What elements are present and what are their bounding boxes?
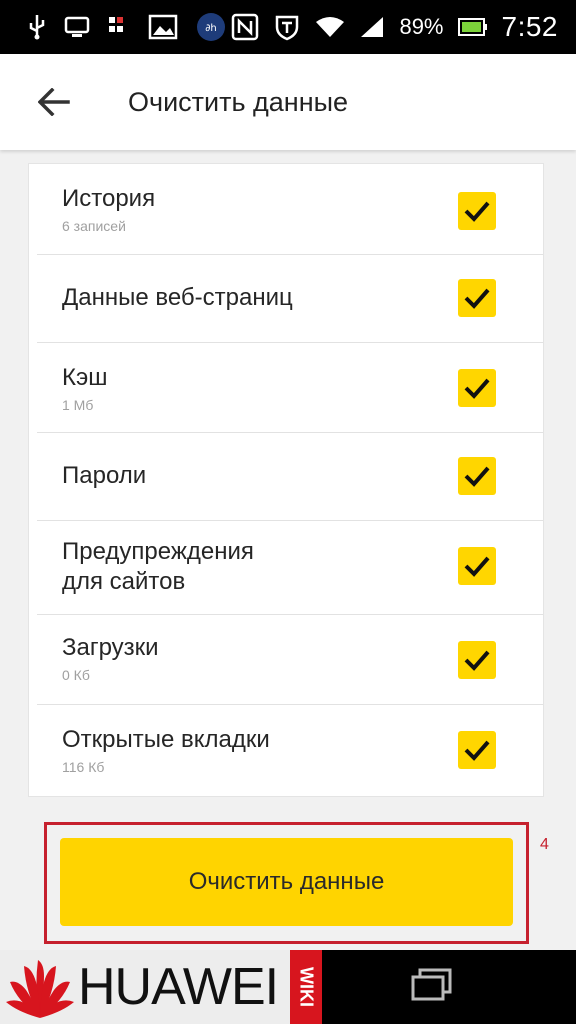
- checkmark-icon: [464, 201, 490, 222]
- back-button[interactable]: [24, 72, 84, 132]
- shield-icon: [273, 13, 301, 41]
- option-web-data[interactable]: Данные веб-страниц: [29, 255, 543, 341]
- option-passwords[interactable]: Пароли: [29, 433, 543, 519]
- svg-text:∂h: ∂h: [205, 23, 217, 34]
- option-open-tabs[interactable]: Открытые вкладки 116 Кб: [29, 705, 543, 795]
- web-data-checkbox[interactable]: [458, 279, 496, 317]
- nav-recents-button[interactable]: [404, 962, 460, 1008]
- option-title: Кэш: [62, 364, 108, 391]
- app-header: Очистить данные: [0, 54, 576, 150]
- checkmark-icon: [464, 556, 490, 577]
- watermark-brand: HUAWEI: [78, 958, 279, 1016]
- passwords-checkbox[interactable]: [458, 457, 496, 495]
- option-downloads[interactable]: Загрузки 0 Кб: [29, 615, 543, 705]
- option-history[interactable]: История 6 записей: [29, 164, 543, 254]
- checkmark-icon: [464, 466, 490, 487]
- huawei-logo-icon: [6, 960, 74, 1018]
- checkmark-icon: [464, 650, 490, 671]
- option-title: Пароли: [62, 462, 147, 489]
- cast-icon: [64, 16, 90, 38]
- nfc-icon: [231, 13, 259, 41]
- option-subtitle: 0 Кб: [62, 667, 90, 683]
- sim-icon: [108, 14, 130, 40]
- recents-icon: [411, 968, 452, 1001]
- checkmark-icon: [464, 378, 490, 399]
- usb-icon: [28, 14, 46, 40]
- page-title: Очистить данные: [128, 86, 349, 117]
- battery-percent: 89%: [399, 14, 444, 39]
- cache-checkbox[interactable]: [458, 369, 496, 407]
- checkmark-icon: [464, 740, 490, 761]
- signal-icon: [359, 15, 385, 39]
- status-bar: ∂h 89% 7:52: [0, 0, 576, 54]
- checkmark-icon: [464, 288, 490, 309]
- option-cache[interactable]: Кэш 1 Мб: [29, 343, 543, 433]
- downloads-checkbox[interactable]: [458, 641, 496, 679]
- history-checkbox[interactable]: [458, 192, 496, 230]
- option-title: Данные веб-страниц: [62, 284, 293, 311]
- option-title: Загрузки: [62, 634, 159, 661]
- app-badge-icon: ∂h: [196, 12, 226, 42]
- screen: ∂h 89% 7:52 Очистить данные История 6 за…: [0, 0, 576, 1024]
- annotation-step-number: 4: [540, 836, 549, 853]
- option-subtitle: 6 записей: [62, 218, 126, 234]
- open-tabs-checkbox[interactable]: [458, 731, 496, 769]
- clear-data-options-list: История 6 записей Данные веб-страниц Кэш…: [28, 163, 544, 797]
- option-site-warnings[interactable]: Предупреждения для сайтов: [29, 521, 543, 613]
- option-subtitle: 1 Мб: [62, 397, 94, 413]
- clock: 7:52: [501, 11, 558, 42]
- battery-icon: [457, 17, 488, 37]
- image-icon: [148, 14, 178, 40]
- notification-icons: ∂h: [0, 12, 231, 42]
- system-icons: 89% 7:52: [231, 11, 576, 43]
- huawei-wiki-watermark: HUAWEI WIKI: [0, 950, 322, 1024]
- clear-data-button[interactable]: Очистить данные: [60, 838, 513, 926]
- site-warnings-checkbox[interactable]: [458, 547, 496, 585]
- option-title: Предупреждения для сайтов: [62, 538, 254, 595]
- option-subtitle: 116 Кб: [62, 759, 105, 775]
- wifi-icon: [315, 15, 345, 39]
- option-title: Открытые вкладки: [62, 726, 270, 753]
- arrow-back-icon: [38, 88, 70, 116]
- watermark-wiki: WIKI: [290, 950, 322, 1024]
- option-title: История: [62, 185, 156, 212]
